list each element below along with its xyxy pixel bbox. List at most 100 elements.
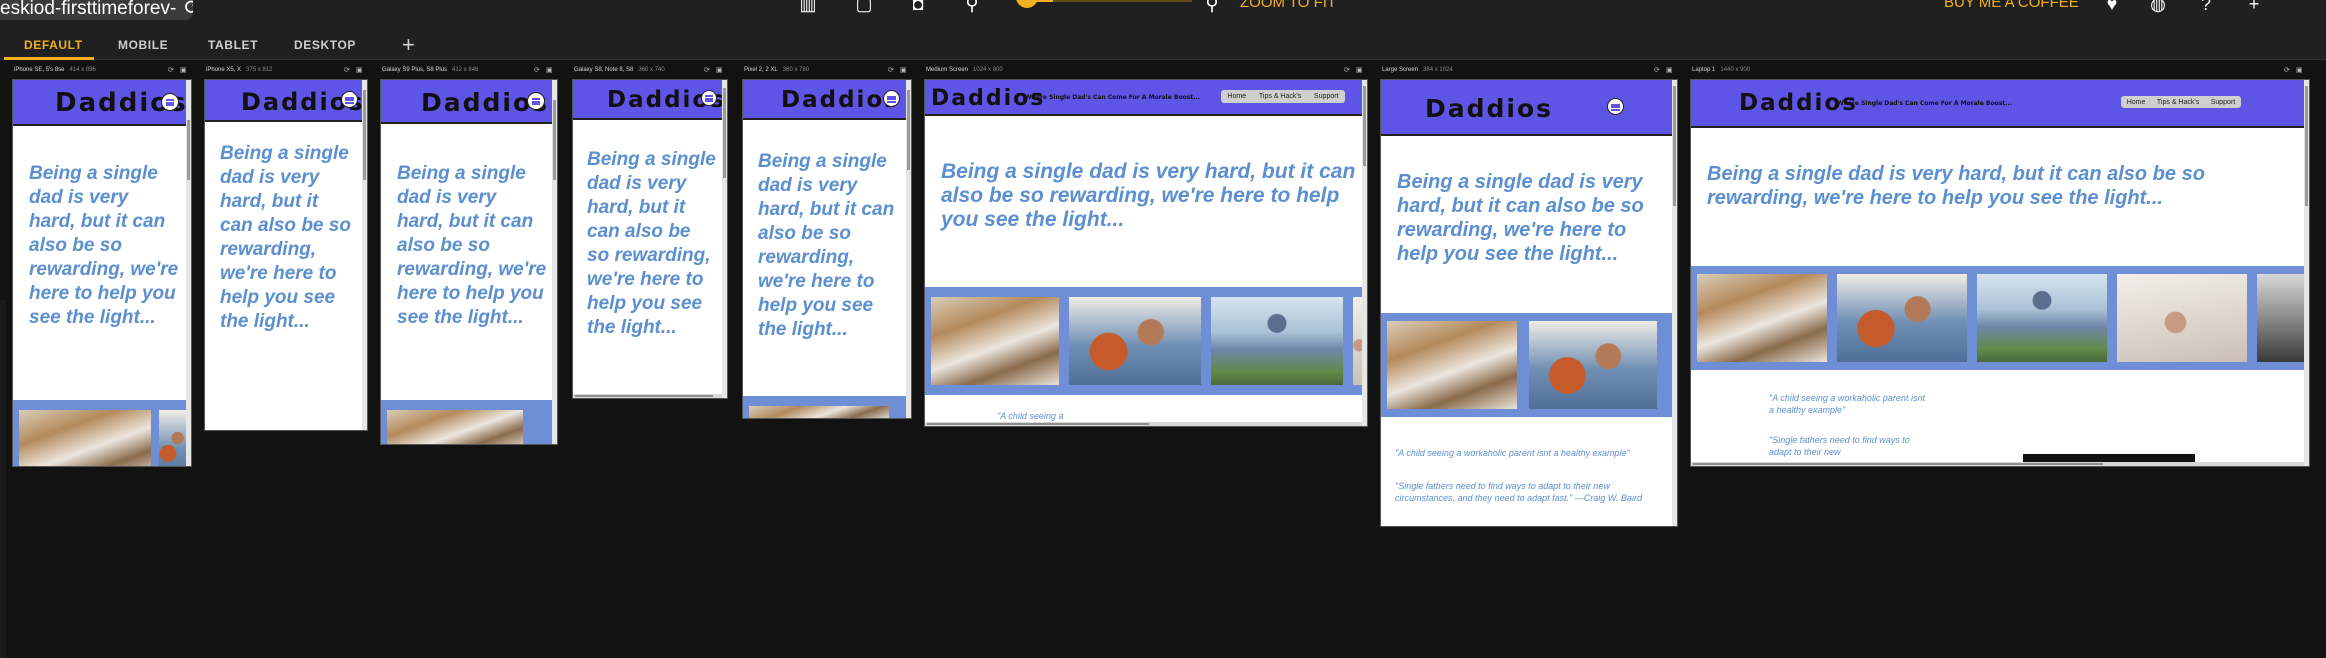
horizontal-scrollbar[interactable] [573, 394, 727, 398]
screenshot-icon[interactable]: ▢ [852, 0, 876, 14]
device-title: iPhone X5, X 375 x 812 [206, 67, 272, 77]
photo-strip [925, 287, 1367, 395]
top-toolbar: eskiod-firsttimeforev- ⟳ ▥ ▢ ◘ ⚲ ⚲ ZOOM T… [0, 0, 2326, 30]
device-screen: Daddios Being a single dad is very hard,… [380, 79, 558, 445]
device-dims: 1440 x 900 [1720, 67, 1751, 73]
device-name: Medium Screen [926, 67, 969, 73]
rotate-icon[interactable]: ⟳ [2284, 66, 2290, 74]
photo-dad-lifting-child [749, 406, 889, 418]
photo-strip [1381, 313, 1677, 417]
photo-dad-in-bed [2117, 274, 2247, 362]
device-dims: 384 x 1024 [1423, 67, 1453, 73]
zoom-to-fit-button[interactable]: ZOOM TO FIT [1240, 0, 1336, 11]
device-galaxy-s9-plus: Galaxy S9 Plus, S8 Plus 412 x 846 ⟳ ▣ Dadd… [380, 67, 558, 445]
hamburger-menu-icon[interactable] [527, 92, 545, 110]
horizontal-scrollbar[interactable] [925, 422, 1367, 426]
device-iphone-se: iPhone SE, 5's 8se 414 x 896 ⟳ ▣ Daddios B… [12, 67, 192, 467]
zoom-slider-handle[interactable] [1016, 0, 1038, 8]
vertical-scrollbar[interactable] [186, 80, 191, 466]
quote-2: "Single fathers need to find ways to ada… [1769, 435, 1910, 457]
horizontal-scrollbar[interactable] [1691, 462, 2309, 466]
tab-default[interactable]: DEFAULT [24, 38, 83, 52]
screenshot-device-icon[interactable]: ▣ [546, 66, 553, 74]
nav-tips[interactable]: Tips & Hack's [1259, 93, 1301, 100]
site-logo[interactable]: Daddios [1425, 94, 1553, 123]
vertical-scrollbar[interactable] [2304, 80, 2309, 466]
site-header: Daddios [573, 80, 727, 120]
buy-me-a-coffee-link[interactable]: BUY ME A COFFEE [1944, 0, 2079, 11]
hamburger-menu-icon[interactable] [701, 90, 717, 106]
site-header: Daddios Where Single Dad's Can Come For … [925, 80, 1367, 116]
vertical-scrollbar[interactable] [362, 80, 367, 430]
nav-support[interactable]: Support [2211, 99, 2236, 106]
device-dims: 1024 x 800 [973, 67, 1003, 73]
hamburger-menu-icon[interactable] [883, 90, 900, 107]
device-dims: 414 x 896 [69, 67, 96, 73]
device-title: Medium Screen 1024 x 800 [926, 67, 1003, 77]
device-dims: 412 x 846 [452, 67, 479, 73]
site-logo[interactable]: Daddios [781, 87, 900, 113]
site-header: Daddios [1381, 80, 1677, 136]
rotate-icon[interactable]: ⟳ [1654, 66, 1660, 74]
device-title: Large Screen 384 x 1024 [1382, 67, 1453, 77]
site-tagline: Where Single Dad's Can Come For A Morale… [1025, 94, 1200, 101]
rotate-icon[interactable]: ⟳ [168, 66, 174, 74]
photo-dad-basketball [1529, 321, 1657, 409]
rotate-icon[interactable]: ⟳ [534, 66, 540, 74]
device-screen: Daddios Where Single Dad's Can Come For … [1690, 79, 2310, 467]
tab-tablet[interactable]: TABLET [208, 38, 258, 52]
device-medium-screen: Medium Screen 1024 x 800 ⟳ ▣ Daddios Where… [924, 67, 1368, 427]
rotate-icon[interactable]: ⟳ [344, 66, 350, 74]
record-icon[interactable]: ◘ [906, 0, 930, 14]
screenshot-device-icon[interactable]: ▣ [180, 66, 187, 74]
screenshot-device-icon[interactable]: ▣ [1666, 66, 1673, 74]
hero-text: Being a single dad is very hard, but it … [587, 149, 716, 338]
url-field[interactable]: eskiod-firsttimeforev- ⟳ [0, 0, 193, 20]
screenshot-device-icon[interactable]: ▣ [2296, 66, 2303, 74]
tab-mobile[interactable]: MOBILE [118, 38, 168, 52]
photo-dad-lifting-child [387, 410, 523, 444]
github-icon[interactable]: ◍ [2146, 0, 2170, 14]
zoom-in-icon[interactable]: ⚲ [1200, 0, 1224, 14]
rotate-icon[interactable]: ⟳ [704, 66, 710, 74]
nav-support[interactable]: Support [1314, 93, 1339, 100]
device-screen: Daddios Being a single dad is very hard,… [572, 79, 728, 399]
device-laptop: Laptop 1 1440 x 900 ⟳ ▣ Daddios Where Sing… [1690, 67, 2310, 467]
add-tab-button[interactable]: + [402, 32, 415, 58]
nav-tips[interactable]: Tips & Hack's [2157, 99, 2199, 106]
vertical-scrollbar[interactable] [906, 80, 911, 418]
quote-2: "Single fathers need to find ways to ada… [1395, 481, 1642, 503]
hamburger-menu-icon[interactable] [341, 91, 358, 108]
hero-text: Being a single dad is very hard, but it … [220, 143, 351, 332]
reload-icon[interactable]: ⟳ [184, 0, 193, 20]
hamburger-menu-icon[interactable] [1607, 98, 1624, 115]
vertical-scrollbar[interactable] [1672, 80, 1677, 526]
hamburger-menu-icon[interactable] [161, 93, 179, 111]
vertical-scrollbar[interactable] [1362, 80, 1367, 426]
screenshot-device-icon[interactable]: ▣ [716, 66, 723, 74]
screenshot-device-icon[interactable]: ▣ [900, 66, 907, 74]
help-icon[interactable]: ? [2194, 0, 2218, 14]
zoom-slider[interactable] [1022, 0, 1192, 2]
site-header: Daddios [743, 80, 911, 120]
photo-strip [381, 400, 557, 444]
zoom-out-icon[interactable]: ⚲ [960, 0, 984, 14]
device-title: Galaxy S8, Note 8, S8 360 x 740 [574, 67, 665, 77]
nav-home[interactable]: Home [1227, 93, 1246, 100]
screenshot-device-icon[interactable]: ▣ [356, 66, 363, 74]
twitter-icon[interactable]: ♥ [2100, 0, 2124, 14]
vertical-scrollbar[interactable] [552, 80, 557, 444]
rotate-icon[interactable]: ⟳ [888, 66, 894, 74]
nav-home[interactable]: Home [2127, 99, 2146, 106]
tab-desktop[interactable]: DESKTOP [294, 38, 356, 52]
screenshot-device-icon[interactable]: ▣ [1356, 66, 1363, 74]
active-tab-indicator [4, 57, 94, 60]
device-title: Laptop 1 1440 x 900 [1692, 67, 1750, 77]
device-name: Laptop 1 [1692, 67, 1716, 73]
vertical-scrollbar[interactable] [722, 80, 727, 398]
photo-strip [1691, 266, 2309, 370]
more-icon[interactable]: + [2242, 0, 2266, 14]
rotate-icon[interactable]: ⟳ [1344, 66, 1350, 74]
photo-dad-lifting-child [1387, 321, 1517, 409]
layout-icon[interactable]: ▥ [796, 0, 820, 14]
